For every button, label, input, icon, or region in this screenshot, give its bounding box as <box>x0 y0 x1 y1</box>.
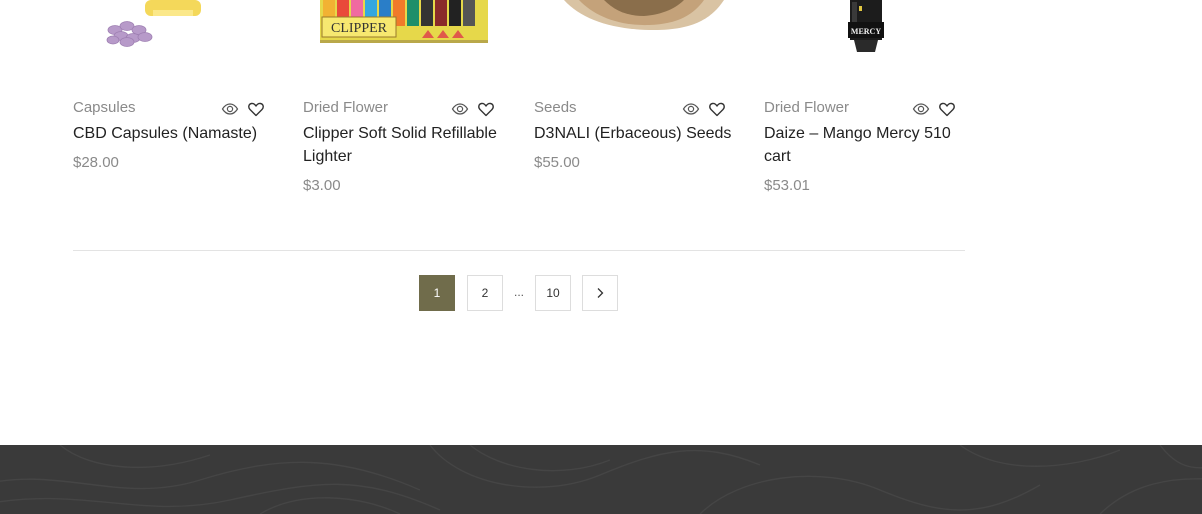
wishlist-heart-icon[interactable] <box>477 100 495 118</box>
svg-text:CLIPPER: CLIPPER <box>331 21 388 36</box>
product-image[interactable]: CLIPPER <box>303 0 495 62</box>
product-title[interactable]: D3NALI (Erbaceous) Seeds <box>534 122 734 145</box>
lighter-box-image: CLIPPER <box>320 0 488 43</box>
product-grid: Capsules CBD Capsules (Namaste) $28.00 C… <box>73 0 965 210</box>
quick-view-icon[interactable] <box>451 100 469 118</box>
seeds-jar-image <box>564 0 724 30</box>
wishlist-heart-icon[interactable] <box>708 100 726 118</box>
product-category[interactable]: Dried Flower <box>764 99 849 116</box>
product-category[interactable]: Capsules <box>73 99 136 116</box>
product-price: $3.00 <box>303 177 341 194</box>
capsules-bottle-image <box>106 0 201 47</box>
product-card[interactable]: Seeds D3NALI (Erbaceous) Seeds $55.00 <box>534 0 731 210</box>
wishlist-heart-icon[interactable] <box>938 100 956 118</box>
quick-view-icon[interactable] <box>912 100 930 118</box>
product-title[interactable]: CBD Capsules (Namaste) <box>73 122 273 145</box>
product-price: $28.00 <box>73 154 119 171</box>
page-2-button[interactable]: 2 <box>467 275 503 311</box>
product-category[interactable]: Seeds <box>534 99 577 116</box>
product-image[interactable]: MERCY <box>764 0 956 62</box>
cartridge-image: MERCY <box>848 0 884 52</box>
chevron-right-icon <box>597 288 604 298</box>
product-price: $53.01 <box>764 177 810 194</box>
page-1-button[interactable]: 1 <box>419 275 455 311</box>
page-10-button[interactable]: 10 <box>535 275 571 311</box>
product-card[interactable]: CLIPPER Dried Flower Clipper Soft Solid … <box>303 0 497 210</box>
product-price: $55.00 <box>534 154 580 171</box>
quick-view-icon[interactable] <box>682 100 700 118</box>
quick-view-icon[interactable] <box>221 100 239 118</box>
product-title[interactable]: Daize – Mango Mercy 510 cart <box>764 122 964 168</box>
svg-text:MERCY: MERCY <box>851 27 881 36</box>
footer <box>0 445 1202 514</box>
product-image[interactable] <box>534 0 726 62</box>
next-page-button[interactable] <box>582 275 618 311</box>
pagination-ellipsis: ... <box>514 285 525 299</box>
topographic-pattern <box>0 445 1202 514</box>
product-category[interactable]: Dried Flower <box>303 99 388 116</box>
product-card[interactable]: MERCY Dried Flower Daize – Mango Mercy 5… <box>764 0 956 210</box>
wishlist-heart-icon[interactable] <box>247 100 265 118</box>
product-image[interactable] <box>73 0 265 62</box>
product-card[interactable]: Capsules CBD Capsules (Namaste) $28.00 <box>73 0 265 210</box>
product-title[interactable]: Clipper Soft Solid Refillable Lighter <box>303 122 503 168</box>
section-divider <box>73 250 965 251</box>
